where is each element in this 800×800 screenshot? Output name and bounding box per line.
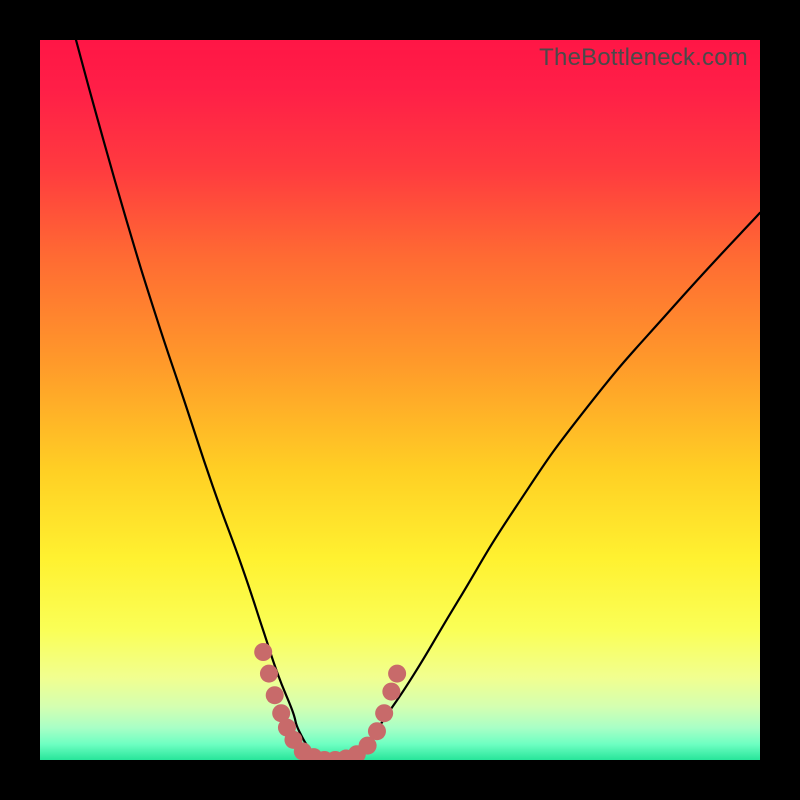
bottleneck-curve <box>40 40 760 760</box>
curve-marker <box>260 665 278 683</box>
plot-area: TheBottleneck.com <box>40 40 760 760</box>
curve-marker <box>388 665 406 683</box>
watermark-text: TheBottleneck.com <box>539 44 748 72</box>
curve-marker <box>254 643 272 661</box>
curve-marker <box>266 686 284 704</box>
curve-marker <box>382 683 400 701</box>
curve-marker <box>375 704 393 722</box>
curve-marker <box>368 722 386 740</box>
chart-frame: TheBottleneck.com <box>0 0 800 800</box>
